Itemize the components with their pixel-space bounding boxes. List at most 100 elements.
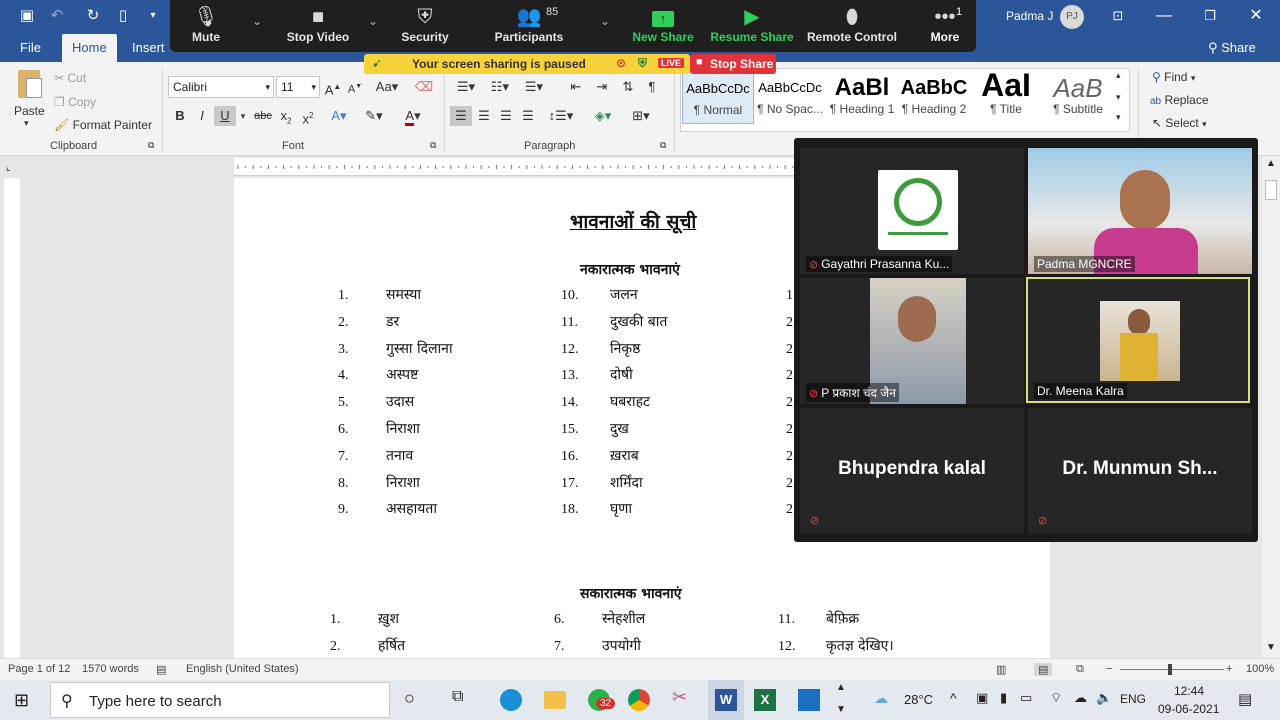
style-heading-1[interactable]: AaBl ¶ Heading 1: [826, 70, 898, 124]
stop-video-button[interactable]: ■ Stop Video: [278, 0, 358, 52]
paste-button[interactable]: [14, 68, 46, 104]
horizontal-ruler[interactable]: [234, 158, 794, 176]
participant-tile-active-speaker[interactable]: Dr. Meena Kalra: [1026, 277, 1250, 403]
video-options-icon[interactable]: ⌄: [368, 14, 378, 28]
network-icon[interactable]: ⌔: [1050, 690, 1062, 706]
scroll-down-icon[interactable]: ▼: [1266, 642, 1276, 653]
ribbon-display-icon[interactable]: ⊡: [1106, 5, 1130, 27]
font-size-box[interactable]: 11 ▾: [276, 76, 320, 98]
stop-circle-icon[interactable]: ⊙: [616, 56, 626, 70]
find-button[interactable]: ⚲ Find ▾: [1152, 70, 1195, 84]
zoom-slider-thumb[interactable]: [1168, 664, 1172, 675]
styles-scroll-down-icon[interactable]: ▾: [1116, 92, 1121, 103]
style-heading-2[interactable]: AaBbC ¶ Heading 2: [898, 70, 970, 124]
customize-qat-icon[interactable]: ▾: [144, 7, 162, 25]
participants-button[interactable]: 👥 Participants 85: [488, 0, 570, 52]
zoom-out-icon[interactable]: −: [1106, 663, 1112, 675]
participant-tile[interactable]: Dr. Munmun Sh... ⊘: [1028, 408, 1252, 534]
style-no-spacing[interactable]: AaBbCcDc ¶ No Spac...: [754, 70, 826, 124]
font-name-box[interactable]: Calibri ▾: [168, 76, 274, 98]
participant-tile[interactable]: ⊘ Gayathri Prasanna Ku...: [800, 148, 1024, 274]
paragraph-launcher-icon[interactable]: ⧉: [660, 140, 666, 151]
bold-icon[interactable]: B: [172, 106, 188, 126]
print-layout-icon[interactable]: ▤: [1034, 663, 1053, 676]
restore-icon[interactable]: ❐: [1198, 5, 1222, 27]
style-normal[interactable]: AaBbCcDc ¶ Normal: [682, 70, 754, 124]
close-icon[interactable]: ✕: [1244, 5, 1268, 27]
weather-icon[interactable]: ☁: [874, 690, 888, 707]
multilevel-list-icon[interactable]: ☰▾: [520, 77, 548, 97]
change-case-icon[interactable]: Aa▾: [372, 77, 402, 97]
cloud-icon[interactable]: ☁: [1074, 690, 1087, 706]
clipboard-launcher-icon[interactable]: ⧉: [148, 140, 154, 151]
photos-icon[interactable]: [798, 689, 820, 711]
edge-icon[interactable]: [500, 689, 522, 711]
style-subtitle[interactable]: AaB ¶ Subtitle: [1042, 70, 1114, 124]
pilcrow-icon[interactable]: ¶: [642, 77, 662, 97]
excel-icon[interactable]: X: [754, 689, 776, 711]
resume-share-button[interactable]: ▶ Resume Share: [710, 0, 794, 52]
tray-mic-icon[interactable]: ▮: [1000, 690, 1007, 706]
avatar[interactable]: PJ: [1060, 5, 1084, 29]
notifications-icon[interactable]: ▤: [1238, 690, 1252, 708]
numbering-icon[interactable]: ☷▾: [486, 77, 514, 97]
share-button[interactable]: ⚲ Share: [1208, 40, 1256, 56]
zoom-in-icon[interactable]: +: [1226, 663, 1232, 675]
taskbar-scroll-up-icon[interactable]: ▲: [836, 682, 846, 693]
minimize-icon[interactable]: —: [1152, 5, 1176, 27]
temperature[interactable]: 28°C: [904, 692, 933, 707]
text-effects-icon[interactable]: A▾: [326, 106, 352, 126]
increase-indent-icon[interactable]: ⇥: [592, 77, 612, 97]
cortana-icon[interactable]: ○: [404, 688, 415, 709]
italic-icon[interactable]: I: [194, 106, 210, 126]
word-count[interactable]: 1570 words: [82, 663, 139, 675]
security-button[interactable]: ⛨ Security: [392, 0, 458, 52]
bullets-icon[interactable]: ☰▾: [452, 77, 480, 97]
mute-options-icon[interactable]: ⌄: [252, 14, 262, 28]
clock-time[interactable]: 12:44: [1174, 684, 1204, 698]
font-color-icon[interactable]: A▾: [398, 106, 428, 126]
align-right-icon[interactable]: ☰: [496, 106, 516, 126]
tab-insert[interactable]: Insert: [122, 34, 175, 62]
shading-icon[interactable]: ◈▾: [588, 106, 618, 126]
tray-app-icon[interactable]: ▣: [976, 690, 988, 706]
styles-scroll-up-icon[interactable]: ▴: [1116, 70, 1121, 81]
file-explorer-icon[interactable]: [544, 691, 566, 709]
windows-start-icon[interactable]: ⊞: [14, 690, 29, 711]
tray-chevron-icon[interactable]: ^: [950, 690, 957, 706]
font-launcher-icon[interactable]: ⧉: [430, 140, 436, 151]
shield-check-icon[interactable]: ⛨: [638, 56, 647, 71]
taskbar-search[interactable]: ⚲ Type here to search: [50, 682, 390, 718]
participant-tile[interactable]: Padma MGNCRE: [1028, 148, 1252, 274]
word-taskbar-active[interactable]: W: [708, 680, 744, 720]
select-button[interactable]: ↖ Select ▾: [1152, 116, 1207, 130]
style-title[interactable]: AaI ¶ Title: [970, 69, 1042, 124]
page-count[interactable]: Page 1 of 12: [8, 663, 70, 675]
new-share-button[interactable]: ↑ New Share: [628, 0, 698, 52]
language[interactable]: English (United States): [186, 663, 299, 675]
tab-selector-icon[interactable]: ⌞: [6, 162, 11, 173]
decrease-indent-icon[interactable]: ⇤: [566, 77, 586, 97]
line-spacing-icon[interactable]: ↕☰▾: [546, 106, 576, 126]
participants-options-icon[interactable]: ⌄: [600, 14, 610, 28]
volume-icon[interactable]: 🔈: [1096, 690, 1112, 706]
align-left-icon[interactable]: ☰: [450, 106, 472, 126]
more-button[interactable]: ••• More 1: [922, 0, 968, 52]
borders-icon[interactable]: ⊞▾: [626, 106, 656, 126]
grow-font-icon[interactable]: A▲: [324, 77, 342, 97]
save-icon[interactable]: ▣: [18, 7, 36, 25]
underline-icon[interactable]: U: [214, 106, 236, 126]
clock-date[interactable]: 09-06-2021: [1158, 702, 1219, 716]
task-view-icon[interactable]: ⧉: [452, 688, 463, 706]
scroll-thumb[interactable]: [1265, 180, 1277, 200]
vertical-scrollbar[interactable]: ▲ ▼: [1262, 156, 1280, 658]
clear-format-icon[interactable]: ⌫: [414, 77, 434, 97]
scroll-up-icon[interactable]: ▲: [1266, 158, 1276, 169]
read-mode-icon[interactable]: ▥: [996, 663, 1006, 676]
tab-file[interactable]: File: [10, 34, 51, 62]
shrink-font-icon[interactable]: A▼: [346, 77, 364, 97]
underline-dropdown-icon[interactable]: ▾: [238, 106, 248, 126]
highlight-icon[interactable]: ✎▾: [360, 106, 388, 126]
proofing-icon[interactable]: ▤: [156, 663, 166, 676]
stop-share-button[interactable]: ■ Stop Share: [690, 54, 776, 74]
